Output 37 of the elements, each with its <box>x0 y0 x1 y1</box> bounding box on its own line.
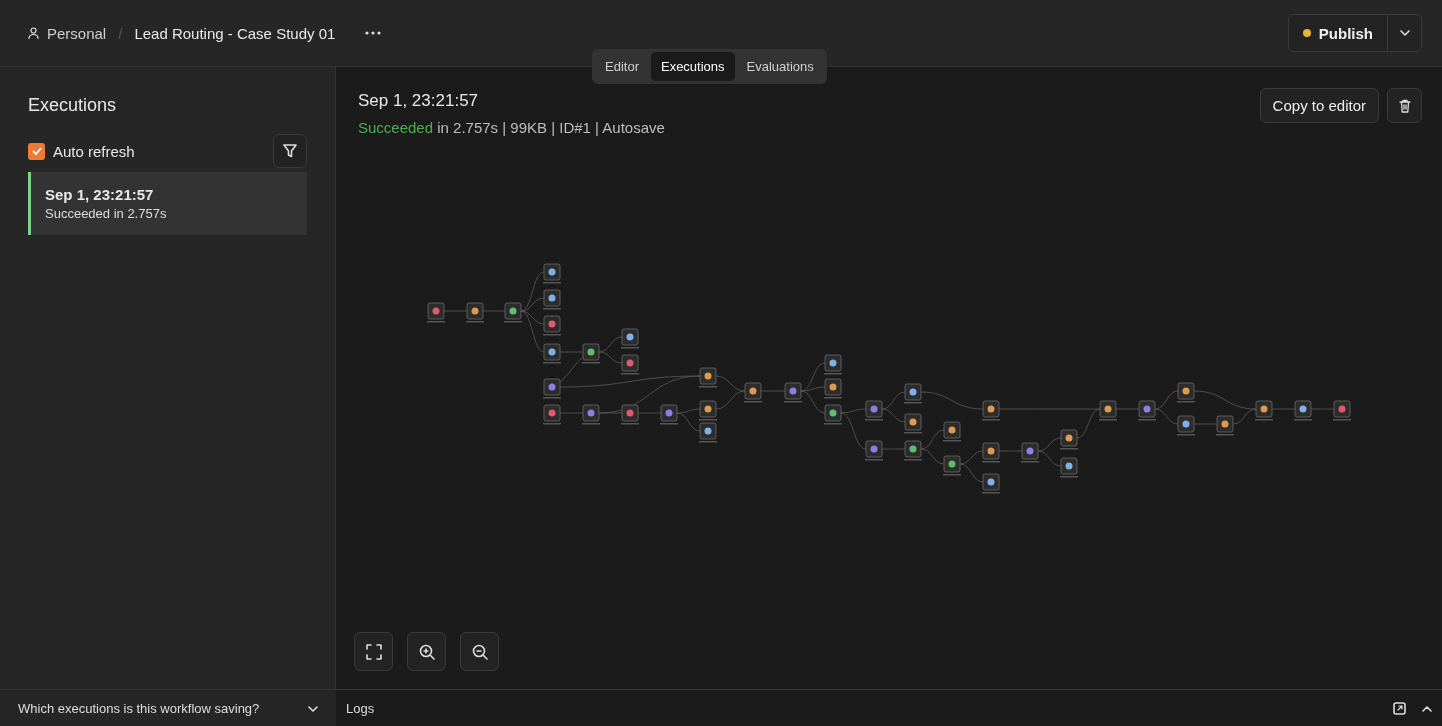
copy-to-editor-button[interactable]: Copy to editor <box>1259 88 1379 123</box>
auto-refresh-checkbox[interactable] <box>28 142 45 160</box>
breadcrumb-link[interactable]: Personal <box>47 24 107 42</box>
logs-title: Logs <box>346 701 376 716</box>
status-label: Succeeded <box>358 119 434 136</box>
filter-icon <box>283 144 297 158</box>
zoom-in-icon <box>418 643 435 660</box>
execution-time: Sep 1, 23:21:57 <box>45 186 155 203</box>
view-tab[interactable]: Evaluations <box>736 52 824 81</box>
execution-heading: Sep 1, 23:21:57 <box>358 91 480 111</box>
breadcrumb-separator: / <box>118 24 123 42</box>
delete-button[interactable] <box>1387 88 1422 123</box>
trash-icon <box>1398 98 1411 113</box>
workflow-title[interactable]: Lead Routing - Case Study 01 <box>134 24 336 42</box>
execution-status: Succeeded in 2.757s <box>45 206 168 221</box>
pop-out-icon[interactable] <box>1393 702 1406 715</box>
fullscreen-icon <box>365 643 382 660</box>
zoom-in-button[interactable] <box>407 632 446 671</box>
zoom-out-icon <box>471 643 488 660</box>
execution-item[interactable]: Sep 1, 23:21:57 Succeeded in 2.757s <box>28 172 307 235</box>
panel-title: Executions <box>28 95 118 116</box>
view-tab[interactable]: Executions <box>650 52 735 81</box>
user-icon <box>28 27 39 39</box>
execution-details: in 2.757s | 99KB | ID#1 | Autosave <box>437 119 665 136</box>
filter-button[interactable] <box>273 134 307 168</box>
publish-button[interactable]: Publish <box>1288 15 1387 51</box>
chevron-down-icon <box>308 705 318 712</box>
chevron-up-icon[interactable] <box>1422 705 1432 712</box>
zoom-out-button[interactable] <box>460 632 499 671</box>
fit-view-button[interactable] <box>354 632 393 671</box>
status-dot-icon <box>1302 29 1311 37</box>
more-icon[interactable] <box>365 31 382 35</box>
chevron-down-icon <box>1399 30 1410 36</box>
view-tab[interactable]: Editor <box>595 52 649 81</box>
checkbox-label: Auto refresh <box>53 142 135 160</box>
saving-settings-dropdown[interactable]: Which executions is this workflow saving? <box>0 690 336 726</box>
checkmark-icon <box>31 147 42 155</box>
